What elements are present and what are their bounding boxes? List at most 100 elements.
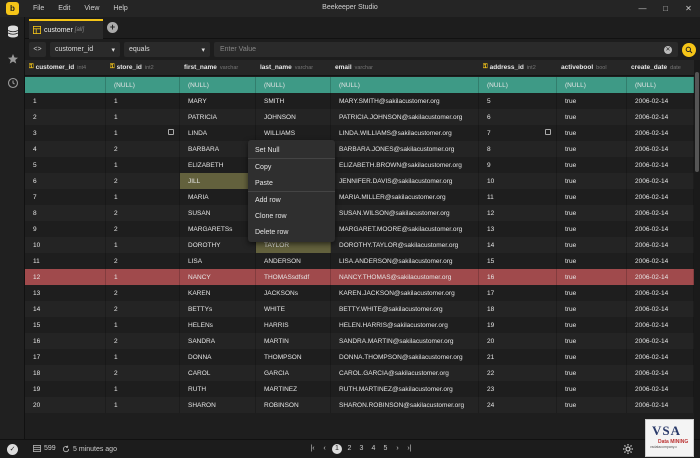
- table-cell[interactable]: SHARON.ROBINSON@sakilacustomer.org: [331, 397, 479, 413]
- table-cell[interactable]: 8: [479, 141, 557, 157]
- table-cell[interactable]: SUSAN: [180, 205, 256, 221]
- open-reference-icon[interactable]: [545, 129, 551, 135]
- table-cell[interactable]: DONNA: [180, 349, 256, 365]
- clear-filter-icon[interactable]: ✕: [664, 45, 672, 54]
- menu-item-add-row[interactable]: Add row: [248, 192, 335, 208]
- table-cell[interactable]: MARIA.MILLER@sakilacustomer.org: [331, 189, 479, 205]
- table-cell[interactable]: LISA: [180, 253, 256, 269]
- table-cell[interactable]: 2: [106, 365, 180, 381]
- table-cell[interactable]: true: [557, 269, 627, 285]
- table-cell[interactable]: THOMPSON: [256, 349, 331, 365]
- table-cell[interactable]: 12: [25, 269, 106, 285]
- page-5[interactable]: 5: [381, 444, 390, 454]
- table-cell[interactable]: 8: [25, 205, 106, 221]
- table-cell[interactable]: 2: [106, 253, 180, 269]
- table-cell[interactable]: PATRICIA: [180, 109, 256, 125]
- table-cell[interactable]: 15: [25, 317, 106, 333]
- table-cell[interactable]: 23: [479, 381, 557, 397]
- table-cell[interactable]: DOROTHY: [180, 237, 256, 253]
- table-row-deleted[interactable]: 12 1 NANCY THOMASsdfsdf NANCY.THOMAS@sakilac…: [25, 269, 694, 285]
- table-cell[interactable]: MARIA: [180, 189, 256, 205]
- table-cell[interactable]: 5: [479, 93, 557, 109]
- table-cell[interactable]: 17: [479, 285, 557, 301]
- table-row[interactable]: 17 1 DONNA THOMPSON DONNA.THOMPSON@sakilacus…: [25, 349, 694, 365]
- table-cell[interactable]: (NULL): [180, 77, 256, 93]
- table-cell[interactable]: 13: [25, 285, 106, 301]
- table-cell[interactable]: BARBARA: [180, 141, 256, 157]
- table-row[interactable]: 10 1 DOROTHY TAYLOR DOROTHY.TAYLOR@sakilacus…: [25, 237, 694, 253]
- filter-operator-select[interactable]: equals ▾: [124, 42, 210, 57]
- table-cell[interactable]: 2006-02-14: [627, 221, 694, 237]
- table-cell[interactable]: 19: [479, 317, 557, 333]
- table-cell[interactable]: HARRIS: [256, 317, 331, 333]
- table-cell[interactable]: (NULL): [106, 77, 180, 93]
- table-cell[interactable]: KAREN.JACKSON@sakilacustomer.org: [331, 285, 479, 301]
- column-header-store-id[interactable]: ⚿ store_id int2: [106, 60, 180, 75]
- table-row[interactable]: 62JILLDAVISJENNIFER.DAVIS@sakilacustomer…: [25, 173, 694, 189]
- table-cell[interactable]: (NULL): [557, 77, 627, 93]
- table-cell[interactable]: 1: [106, 109, 180, 125]
- table-cell[interactable]: (NULL): [627, 77, 694, 93]
- table-row[interactable]: 1 1 MARY SMITH MARY.SMITH@sakilacustomer.org…: [25, 93, 694, 109]
- table-cell[interactable]: 19: [25, 381, 106, 397]
- table-row[interactable]: 92MARGARETSsMOOREMARGARET.MOORE@sakilacu…: [25, 221, 694, 237]
- table-cell[interactable]: 18: [479, 301, 557, 317]
- table-cell[interactable]: true: [557, 317, 627, 333]
- check-icon[interactable]: ✓: [7, 444, 18, 455]
- table-cell[interactable]: true: [557, 285, 627, 301]
- star-icon[interactable]: [5, 51, 20, 66]
- table-cell[interactable]: WHITE: [256, 301, 331, 317]
- table-cell[interactable]: true: [557, 333, 627, 349]
- table-cell[interactable]: (NULL): [331, 77, 479, 93]
- table-cell[interactable]: 15: [479, 253, 557, 269]
- table-cell[interactable]: true: [557, 237, 627, 253]
- table-cell[interactable]: 2006-02-14: [627, 317, 694, 333]
- vertical-scrollbar[interactable]: [694, 60, 700, 439]
- menu-item-paste[interactable]: Paste: [248, 175, 335, 191]
- table-row[interactable]: 11 2 LISA ANDERSON LISA.ANDERSON@sakilacusto…: [25, 253, 694, 269]
- table-cell[interactable]: PATRICIA.JOHNSON@sakilacustomer.org: [331, 109, 479, 125]
- table-cell[interactable]: 1: [106, 93, 180, 109]
- table-cell[interactable]: 2006-02-14: [627, 381, 694, 397]
- add-tab-button[interactable]: +: [107, 22, 118, 33]
- page-4[interactable]: 4: [369, 444, 378, 454]
- page-2[interactable]: 2: [345, 444, 354, 454]
- table-row[interactable]: 82SUSANWILSONSUSAN.WILSON@sakilacustomer…: [25, 205, 694, 221]
- column-header-activebool[interactable]: activebool bool: [557, 60, 627, 75]
- menu-item-delete-row[interactable]: Delete row: [248, 224, 335, 240]
- table-cell[interactable]: 2006-02-14: [627, 141, 694, 157]
- table-cell[interactable]: 2006-02-14: [627, 93, 694, 109]
- table-cell[interactable]: 2006-02-14: [627, 189, 694, 205]
- table-cell[interactable]: true: [557, 301, 627, 317]
- column-header-email[interactable]: email varchar: [331, 60, 479, 75]
- table-cell[interactable]: ROBINSON: [256, 397, 331, 413]
- table-cell[interactable]: 7: [479, 125, 557, 141]
- table-cell[interactable]: (NULL): [479, 77, 557, 93]
- table-cell[interactable]: 24: [479, 397, 557, 413]
- table-cell[interactable]: 11: [479, 189, 557, 205]
- table-row[interactable]: 42BARBARAJONESBARBARA.JONES@sakilacustom…: [25, 141, 694, 157]
- tab-customer[interactable]: customer [all]: [29, 19, 103, 39]
- table-cell[interactable]: [25, 77, 106, 93]
- table-cell[interactable]: JACKSONs: [256, 285, 331, 301]
- table-row-new[interactable]: (NULL) (NULL) (NULL) (NULL) (NULL) (NULL) (NUL…: [25, 77, 694, 93]
- table-cell[interactable]: true: [557, 253, 627, 269]
- table-cell[interactable]: true: [557, 205, 627, 221]
- table-cell[interactable]: 21: [479, 349, 557, 365]
- column-header-first-name[interactable]: first_name varchar: [180, 60, 256, 75]
- table-cell[interactable]: BETTY.WHITE@sakilacustomer.org: [331, 301, 479, 317]
- table-cell[interactable]: SUSAN.WILSON@sakilacustomer.org: [331, 205, 479, 221]
- table-cell[interactable]: SANDRA.MARTIN@sakilacustomer.org: [331, 333, 479, 349]
- table-cell[interactable]: 16: [25, 333, 106, 349]
- filter-column-select[interactable]: customer_id ▾: [50, 42, 120, 57]
- table-cell[interactable]: true: [557, 173, 627, 189]
- table-cell[interactable]: 2006-02-14: [627, 285, 694, 301]
- table-cell[interactable]: ELIZABETH.BROWN@sakilacustomer.org: [331, 157, 479, 173]
- page-1[interactable]: 1: [332, 444, 342, 454]
- database-icon[interactable]: [5, 24, 20, 39]
- filter-value-input[interactable]: Enter Value ✕: [214, 42, 678, 57]
- table-cell[interactable]: GARCIA: [256, 365, 331, 381]
- table-row[interactable]: 51ELIZABETHBROWNELIZABETH.BROWN@sakilacu…: [25, 157, 694, 173]
- table-cell[interactable]: 2006-02-14: [627, 397, 694, 413]
- table-cell[interactable]: DOROTHY.TAYLOR@sakilacustomer.org: [331, 237, 479, 253]
